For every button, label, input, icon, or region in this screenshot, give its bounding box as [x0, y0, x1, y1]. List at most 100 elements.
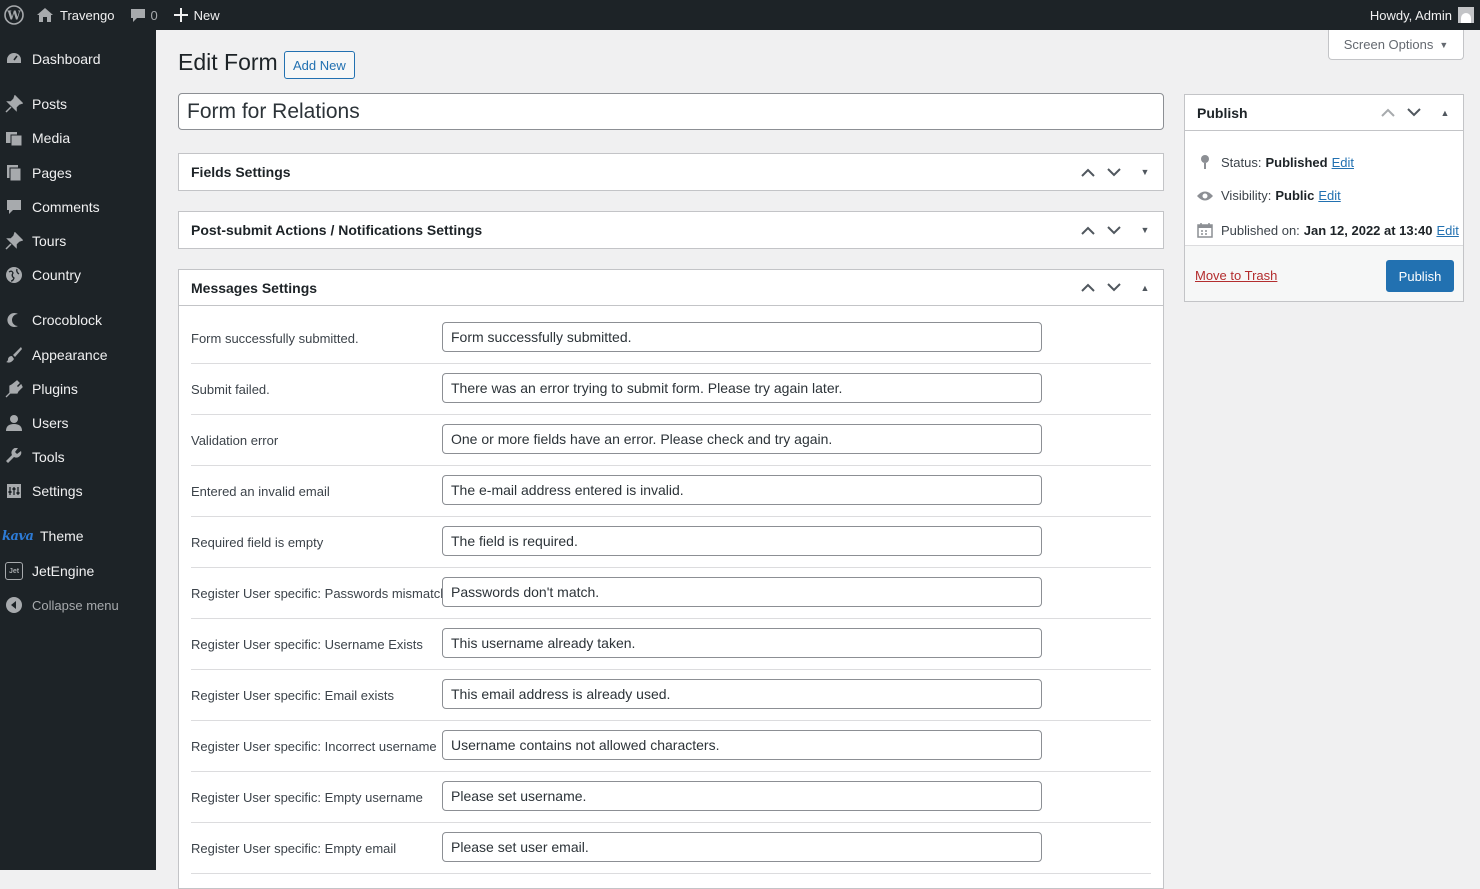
message-input[interactable] [442, 679, 1042, 709]
sidebar-item-plugins[interactable]: Plugins [0, 372, 156, 406]
sidebar-item-label: Country [32, 267, 82, 283]
sidebar-item-label: Theme [40, 528, 84, 544]
collapse-menu-button[interactable]: Collapse menu [0, 588, 156, 622]
sidebar-item-label: Tools [32, 449, 65, 465]
sidebar-item-dashboard[interactable]: Dashboard [0, 42, 156, 76]
message-row: Submit failed. [191, 364, 1151, 415]
move-up-icon[interactable] [1375, 95, 1401, 131]
message-input[interactable] [442, 526, 1042, 556]
move-down-icon[interactable] [1401, 95, 1427, 131]
message-label: Register User specific: Email exists [191, 688, 394, 703]
toggle-panel-icon[interactable]: ▲ [1427, 95, 1463, 131]
message-input[interactable] [442, 832, 1042, 862]
move-up-icon[interactable] [1075, 270, 1101, 306]
move-down-icon[interactable] [1101, 270, 1127, 306]
message-label: Register User specific: Username Exists [191, 637, 423, 652]
visibility-row: Visibility: Public Edit [1195, 188, 1341, 203]
message-input[interactable] [442, 628, 1042, 658]
message-input[interactable] [442, 577, 1042, 607]
postbox-header: Fields Settings ▼ [179, 154, 1163, 190]
plus-icon [173, 8, 188, 22]
messages-settings-box: Messages Settings ▲ Form successfully su… [178, 269, 1164, 889]
message-label: Submit failed. [191, 382, 270, 397]
sidebar-item-label: Media [32, 130, 71, 146]
sidebar-item-pages[interactable]: Pages [0, 156, 156, 190]
message-label: Entered an invalid email [191, 484, 330, 499]
message-row: Register User specific: Empty email [191, 823, 1151, 874]
message-input[interactable] [442, 322, 1042, 352]
message-input[interactable] [442, 730, 1042, 760]
edit-status-link[interactable]: Edit [1332, 155, 1354, 170]
new-content-link[interactable]: New [166, 0, 228, 30]
sidebar-item-tours[interactable]: Tours [0, 224, 156, 258]
sidebar-item-users[interactable]: Users [0, 406, 156, 440]
sidebar-item-label: Posts [32, 96, 68, 112]
dashboard-icon [4, 49, 24, 69]
site-name-link[interactable]: Travengo [28, 0, 122, 30]
postbox-header: Messages Settings ▲ [179, 270, 1163, 306]
sidebar-item-posts[interactable]: Posts [0, 87, 156, 121]
message-label: Form successfully submitted. [191, 331, 359, 346]
sidebar-item-label: Plugins [32, 381, 78, 397]
message-input[interactable] [442, 424, 1042, 454]
sidebar-item-label: Users [32, 415, 69, 431]
status-value: Published [1265, 154, 1328, 170]
toggle-panel-icon[interactable]: ▼ [1127, 154, 1163, 190]
pin-icon [1195, 154, 1215, 170]
wrench-icon [4, 447, 24, 467]
sidebar-item-crocoblock[interactable]: Crocoblock [0, 303, 156, 337]
postbox-header: Publish ▲ [1185, 95, 1463, 131]
sidebar-item-media[interactable]: Media [0, 121, 156, 155]
jetengine-icon: Jet [5, 562, 23, 580]
edit-date-link[interactable]: Edit [1436, 223, 1458, 238]
media-icon [4, 128, 24, 148]
form-title-input[interactable] [178, 93, 1164, 130]
screen-options-button[interactable]: Screen Options ▼ [1328, 30, 1464, 60]
sidebar-item-tools[interactable]: Tools [0, 440, 156, 474]
move-down-icon[interactable] [1101, 212, 1127, 248]
globe-icon [4, 265, 24, 285]
publish-box: Publish ▲ Status: Published Edit Visibil… [1184, 94, 1464, 302]
caret-down-icon: ▼ [1439, 39, 1449, 50]
move-up-icon[interactable] [1075, 212, 1101, 248]
message-row: Entered an invalid email [191, 466, 1151, 517]
move-to-trash-link[interactable]: Move to Trash [1195, 268, 1277, 283]
move-down-icon[interactable] [1101, 154, 1127, 190]
account-menu[interactable]: Howdy, Admin [1362, 0, 1480, 30]
visibility-value: Public [1275, 188, 1315, 203]
edit-visibility-link[interactable]: Edit [1318, 188, 1340, 203]
comments-icon [4, 197, 24, 217]
sidebar-item-jetengine[interactable]: Jet JetEngine [0, 554, 156, 588]
add-new-button[interactable]: Add New [284, 51, 355, 79]
calendar-icon [1195, 222, 1215, 238]
sidebar-item-theme[interactable]: kava Theme [0, 519, 156, 553]
sidebar-item-settings[interactable]: Settings [0, 474, 156, 508]
message-label: Register User specific: Empty username [191, 790, 423, 805]
comments-link[interactable]: 0 [122, 0, 165, 30]
sidebar-item-appearance[interactable]: Appearance [0, 338, 156, 372]
message-input[interactable] [442, 781, 1042, 811]
sidebar-item-label: Tours [32, 233, 67, 249]
message-input[interactable] [442, 475, 1042, 505]
published-on-label: Published on: [1221, 222, 1300, 238]
message-row: Register User specific: Username Exists [191, 619, 1151, 670]
eye-icon [1195, 190, 1215, 202]
wordpress-logo-icon[interactable]: W [0, 0, 28, 30]
admin-bar: W Travengo 0 New Howdy, Admin [0, 0, 1480, 30]
toggle-panel-icon[interactable]: ▲ [1127, 270, 1163, 306]
message-label: Required field is empty [191, 535, 324, 550]
message-input[interactable] [442, 373, 1042, 403]
home-icon [36, 7, 54, 23]
published-on-row: Published on: Jan 12, 2022 at 13:40 Edit [1195, 222, 1459, 238]
publish-button[interactable]: Publish [1386, 260, 1454, 292]
sidebar-item-comments[interactable]: Comments [0, 190, 156, 224]
sidebar-item-country[interactable]: Country [0, 258, 156, 292]
message-label: Register User specific: Empty email [191, 841, 397, 856]
visibility-label: Visibility: [1221, 188, 1272, 203]
published-on-value: Jan 12, 2022 at 13:40 [1303, 222, 1433, 238]
sidebar-item-label: Crocoblock [32, 312, 103, 328]
toggle-panel-icon[interactable]: ▼ [1127, 212, 1163, 248]
message-row: Register User specific: Empty username [191, 772, 1151, 823]
move-up-icon[interactable] [1075, 154, 1101, 190]
sidebar-item-label: Comments [32, 199, 100, 215]
